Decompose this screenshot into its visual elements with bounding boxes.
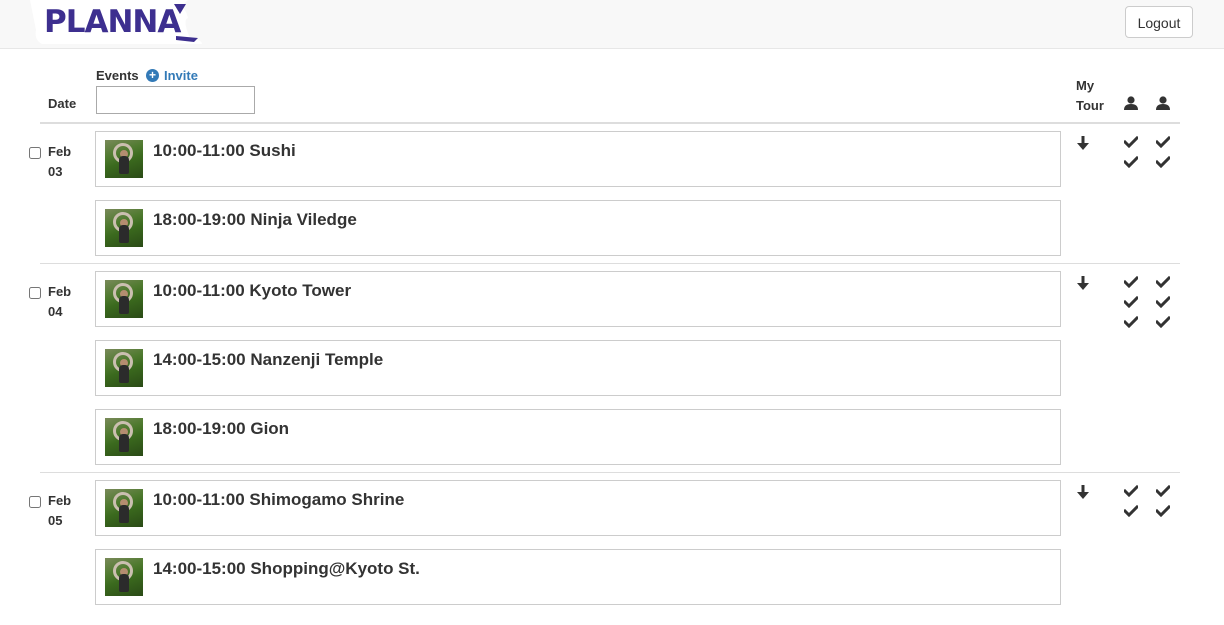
event-title: 14:00-15:00 Nanzenji Temple <box>153 350 384 369</box>
day-checkbox[interactable] <box>29 496 41 508</box>
plus-circle-icon: + <box>146 69 159 82</box>
day-date-label: Feb 03 <box>48 142 71 182</box>
check-icon <box>1156 505 1170 517</box>
check-icon <box>1156 296 1170 308</box>
check-icon <box>1124 136 1138 148</box>
day-checkbox[interactable] <box>29 147 41 159</box>
day-month: Feb <box>48 493 72 508</box>
event-thumbnail <box>105 280 143 318</box>
check-icon <box>1124 296 1138 308</box>
date-column-header: Date <box>48 96 77 111</box>
event-title: 14:00-15:00 Shopping@Kyoto St. <box>153 559 420 578</box>
my-tour-column-header: My Tour <box>1076 78 1104 113</box>
day-number: 05 <box>48 513 63 528</box>
check-icon <box>1156 276 1170 288</box>
logo-text: PLANNA <box>44 4 181 40</box>
day-divider <box>40 472 1180 473</box>
check-icon <box>1124 485 1138 497</box>
invite-link[interactable]: + Invite <box>146 68 198 83</box>
check-icon <box>1124 156 1138 168</box>
event-title: 18:00-19:00 Gion <box>153 419 290 438</box>
logout-button[interactable]: Logout <box>1125 6 1193 38</box>
event-title: 18:00-19:00 Ninja Viledge <box>153 210 357 229</box>
day-date-label: Feb 05 <box>48 491 71 531</box>
event-thumbnail <box>105 489 143 527</box>
day-divider <box>40 263 1180 264</box>
header-divider <box>40 122 1180 124</box>
check-icon <box>1124 316 1138 328</box>
event-card[interactable]: 10:00-11:00 Kyoto Tower <box>95 271 1061 327</box>
event-card[interactable]: 10:00-11:00 Sushi <box>95 131 1061 187</box>
day-number: 04 <box>48 304 63 319</box>
user-icon <box>1124 96 1138 110</box>
event-title: 10:00-11:00 Kyoto Tower <box>153 281 352 300</box>
check-icon <box>1156 136 1170 148</box>
event-card[interactable]: 18:00-19:00 Gion <box>95 409 1061 465</box>
event-title: 10:00-11:00 Shimogamo Shrine <box>153 490 405 509</box>
event-thumbnail <box>105 140 143 178</box>
day-number: 03 <box>48 164 63 179</box>
day-month: Feb <box>48 144 72 159</box>
check-icon <box>1124 276 1138 288</box>
events-search-input[interactable] <box>96 86 255 114</box>
event-title: 10:00-11:00 Sushi <box>153 141 296 160</box>
check-icon <box>1124 505 1138 517</box>
event-card[interactable]: 18:00-19:00 Ninja Viledge <box>95 200 1061 256</box>
day-checkbox[interactable] <box>29 287 41 299</box>
event-thumbnail <box>105 558 143 596</box>
user-icon <box>1156 96 1170 110</box>
event-card[interactable]: 10:00-11:00 Shimogamo Shrine <box>95 480 1061 536</box>
event-thumbnail <box>105 418 143 456</box>
check-icon <box>1156 156 1170 168</box>
arrow-down-icon[interactable] <box>1077 276 1089 290</box>
check-icon <box>1156 485 1170 497</box>
event-thumbnail <box>105 209 143 247</box>
arrow-down-icon[interactable] <box>1077 136 1089 150</box>
arrow-down-icon[interactable] <box>1077 485 1089 499</box>
events-column-header: Events <box>96 68 139 83</box>
navbar: PLANNA Logout <box>0 0 1224 49</box>
day-date-label: Feb 04 <box>48 282 71 322</box>
invite-label: Invite <box>164 68 198 83</box>
event-card[interactable]: 14:00-15:00 Nanzenji Temple <box>95 340 1061 396</box>
day-month: Feb <box>48 284 72 299</box>
check-icon <box>1156 316 1170 328</box>
event-thumbnail <box>105 349 143 387</box>
planna-logo[interactable]: PLANNA <box>30 0 202 44</box>
event-card[interactable]: 14:00-15:00 Shopping@Kyoto St. <box>95 549 1061 605</box>
